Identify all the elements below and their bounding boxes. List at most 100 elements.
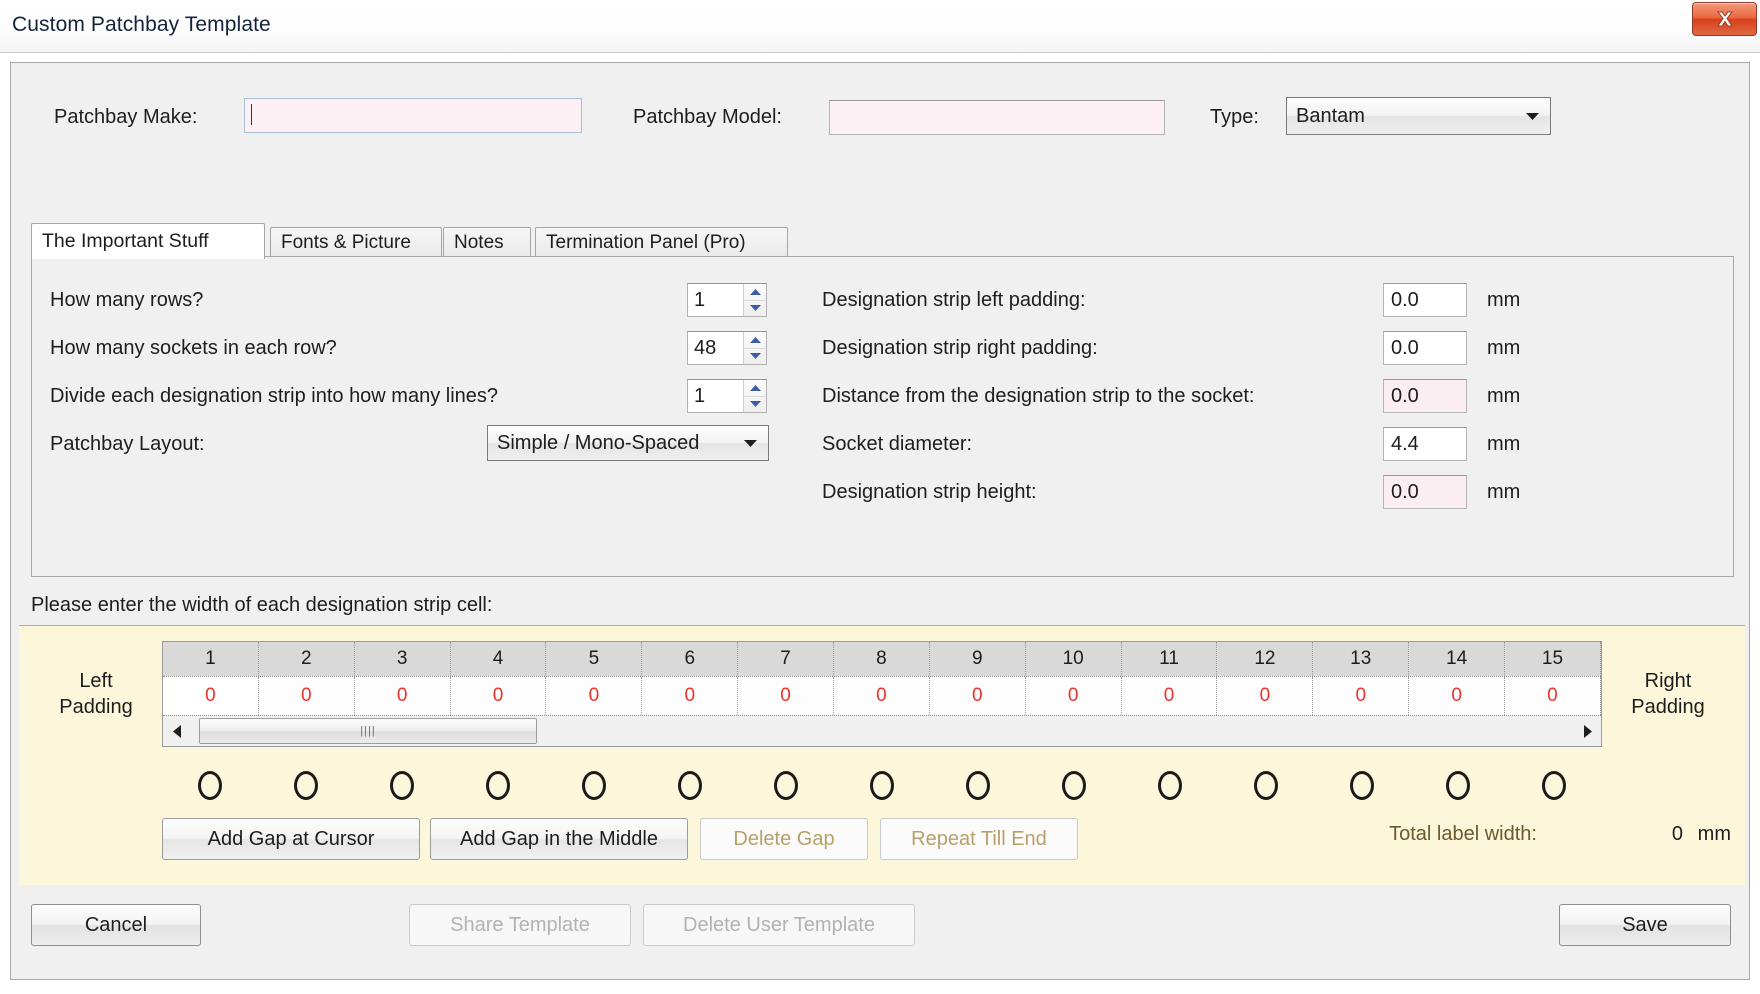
grid-cell[interactable]: 0 [642, 677, 739, 715]
grid-column-header[interactable]: 10 [1026, 642, 1122, 676]
scrollbar-thumb[interactable]: |||| [199, 718, 537, 744]
socket-ring-icon [1350, 770, 1374, 800]
grid-column-header[interactable]: 14 [1409, 642, 1506, 676]
grid-column-header[interactable]: 11 [1122, 642, 1218, 676]
socket-preview [450, 770, 546, 800]
strip-right-padding-input[interactable]: 0.0 [1383, 331, 1467, 365]
spinner-up-icon[interactable] [744, 284, 766, 300]
close-x-icon [1714, 9, 1736, 29]
tab-termination-panel[interactable]: Termination Panel (Pro) [535, 227, 788, 257]
distance-to-socket-input[interactable]: 0.0 [1383, 379, 1467, 413]
distance-to-socket-unit: mm [1487, 385, 1521, 407]
window-title: Custom Patchbay Template [12, 13, 271, 36]
close-button[interactable] [1692, 2, 1757, 36]
grid-cell[interactable]: 0 [738, 677, 835, 715]
patchbay-make-input[interactable] [244, 98, 582, 133]
socket-preview [1314, 770, 1410, 800]
row-strip-right-padding: Designation strip right padding: 0.0 mm [822, 331, 1733, 365]
button-label: Add Gap in the Middle [460, 827, 658, 850]
add-gap-at-cursor-button[interactable]: Add Gap at Cursor [162, 818, 420, 860]
socket-preview [546, 770, 642, 800]
share-template-button: Share Template [409, 904, 631, 946]
scrollbar-track[interactable]: |||| [191, 716, 1573, 746]
grid-cell[interactable]: 0 [1313, 677, 1410, 715]
spinner-up-icon[interactable] [744, 332, 766, 348]
grid-cell[interactable]: 0 [1505, 677, 1601, 715]
patchbay-layout-dropdown[interactable]: Simple / Mono-Spaced [487, 425, 769, 461]
save-button[interactable]: Save [1559, 904, 1731, 946]
socket-ring-icon [774, 770, 798, 800]
row-distance-to-socket: Distance from the designation strip to t… [822, 379, 1733, 413]
spinner-up-icon[interactable] [744, 380, 766, 396]
sockets-per-row-value: 48 [694, 337, 717, 359]
socket-ring-icon [294, 770, 318, 800]
grid-cell[interactable]: 0 [834, 677, 930, 715]
patchbay-model-input[interactable] [829, 100, 1165, 135]
grid-cell[interactable]: 0 [1025, 677, 1122, 715]
grid-horizontal-scrollbar[interactable]: |||| [163, 715, 1601, 746]
sockets-per-row-spinner[interactable]: 48 [687, 331, 767, 365]
socket-diameter-unit: mm [1487, 433, 1521, 455]
grid-column-header[interactable]: 5 [546, 642, 643, 676]
grid-cell[interactable]: 0 [163, 677, 259, 715]
socket-preview-row [162, 755, 1602, 815]
grid-cell[interactable]: 0 [546, 677, 643, 715]
dialog-footer: Cancel Share Template Delete User Templa… [11, 885, 1749, 979]
strip-height-input[interactable]: 0.0 [1383, 475, 1467, 509]
socket-preview [642, 770, 738, 800]
strip-height-label: Designation strip height: [822, 481, 1037, 503]
total-label-width-value: 0 [1671, 823, 1683, 845]
socket-preview [162, 770, 258, 800]
tab-the-important-stuff[interactable]: The Important Stuff [31, 223, 265, 259]
grid-column-header[interactable]: 15 [1505, 642, 1601, 676]
socket-ring-icon [390, 770, 414, 800]
add-gap-in-middle-button[interactable]: Add Gap in the Middle [430, 818, 688, 860]
grid-cell[interactable]: 0 [450, 677, 547, 715]
spinner-down-icon[interactable] [744, 299, 766, 317]
designation-strip-grid: 1 2 3 4 5 6 7 8 9 10 11 12 13 14 15 000000000000000 ||… [162, 641, 1602, 747]
grid-column-header[interactable]: 8 [834, 642, 930, 676]
spinner-down-icon[interactable] [744, 395, 766, 413]
grid-value-row: 000000000000000 [163, 676, 1601, 715]
triangle-left-icon[interactable] [163, 716, 191, 746]
how-many-rows-spinner[interactable]: 1 [687, 283, 767, 317]
right-padding-line1: Right [1644, 670, 1692, 692]
grid-column-header[interactable]: 3 [355, 642, 451, 676]
cancel-button[interactable]: Cancel [31, 904, 201, 946]
left-padding-label: Left Padding [34, 668, 158, 720]
grid-column-header[interactable]: 13 [1313, 642, 1410, 676]
patchbay-layout-label: Patchbay Layout: [50, 433, 205, 455]
type-dropdown[interactable]: Bantam [1286, 97, 1551, 135]
tab-notes[interactable]: Notes [443, 227, 531, 257]
sockets-per-row-label: How many sockets in each row? [50, 337, 337, 359]
grid-cell[interactable]: 0 [258, 677, 355, 715]
patchbay-make-label: Patchbay Make: [54, 106, 198, 128]
row-how-many-rows: How many rows? 1 [50, 283, 790, 317]
strip-left-padding-input[interactable]: 0.0 [1383, 283, 1467, 317]
grid-cell[interactable]: 0 [1409, 677, 1506, 715]
socket-preview [1506, 770, 1602, 800]
grid-cell[interactable]: 0 [1121, 677, 1218, 715]
lines-per-strip-spinner[interactable]: 1 [687, 379, 767, 413]
strip-height-unit: mm [1487, 481, 1521, 503]
grid-cell[interactable]: 0 [1217, 677, 1314, 715]
button-label: Cancel [84, 913, 148, 936]
grid-cell[interactable]: 0 [929, 677, 1026, 715]
grid-column-header[interactable]: 7 [738, 642, 835, 676]
triangle-right-icon[interactable] [1573, 716, 1601, 746]
grid-column-header[interactable]: 9 [930, 642, 1026, 676]
grid-column-header[interactable]: 6 [642, 642, 739, 676]
grid-column-header[interactable]: 4 [451, 642, 547, 676]
grid-column-header[interactable]: 12 [1217, 642, 1314, 676]
socket-diameter-input[interactable]: 4.4 [1383, 427, 1467, 461]
grid-column-header[interactable]: 2 [259, 642, 355, 676]
row-strip-left-padding: Designation strip left padding: 0.0 mm [822, 283, 1733, 317]
grid-cell[interactable]: 0 [354, 677, 451, 715]
tab-fonts-and-picture[interactable]: Fonts & Picture [270, 227, 442, 257]
grid-column-header[interactable]: 1 [163, 642, 259, 676]
socket-preview [834, 770, 930, 800]
spinner-down-icon[interactable] [744, 347, 766, 365]
left-form-column: How many rows? 1 How many sockets in eac… [50, 257, 790, 576]
socket-preview [258, 770, 354, 800]
left-padding-line2: Padding [59, 696, 133, 718]
